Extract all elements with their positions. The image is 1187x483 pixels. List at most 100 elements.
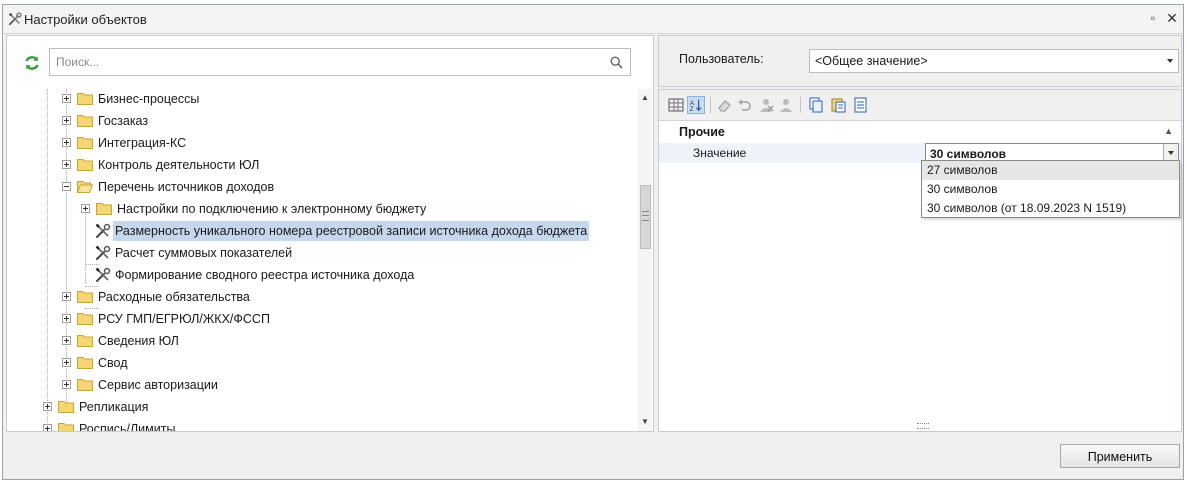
collapse-up-icon[interactable]: ▲ bbox=[1164, 126, 1173, 136]
wrench-screwdriver-icon bbox=[95, 267, 111, 282]
user-panel: Пользователь: <Общее значение> bbox=[658, 35, 1182, 87]
tree-node[interactable]: Расчет суммовых показателей bbox=[7, 243, 627, 263]
dropdown-option[interactable]: 30 символов (от 18.09.2023 N 1519) bbox=[922, 199, 1179, 218]
tree-node-label: Репликация bbox=[79, 400, 149, 414]
eraser-icon[interactable] bbox=[715, 96, 733, 114]
folder-icon bbox=[77, 137, 93, 149]
report-icon[interactable] bbox=[851, 96, 869, 114]
folder-icon bbox=[77, 313, 93, 325]
folder-icon bbox=[77, 115, 93, 127]
search-input[interactable] bbox=[56, 55, 596, 69]
paste-icon[interactable] bbox=[829, 96, 847, 114]
expand-icon[interactable] bbox=[43, 402, 52, 411]
user-select-value: <Общее значение> bbox=[815, 54, 928, 68]
property-value: 30 символов bbox=[930, 147, 1007, 161]
window-title: Настройки объектов bbox=[24, 12, 147, 27]
tree-node[interactable]: Контроль деятельности ЮЛ bbox=[7, 155, 627, 175]
expand-icon[interactable] bbox=[62, 292, 71, 301]
tree-node-label: Настройки по подключению к электронному … bbox=[117, 202, 427, 216]
chevron-down-icon bbox=[1167, 59, 1173, 63]
folder-icon bbox=[77, 335, 93, 347]
dropdown-option[interactable]: 30 символов bbox=[922, 180, 1179, 199]
tree-node[interactable]: Интеграция-КС bbox=[7, 133, 627, 153]
tree-node-label: Расчет суммовых показателей bbox=[115, 246, 293, 260]
tree-node[interactable]: Сведения ЮЛ bbox=[7, 331, 627, 351]
resize-grip[interactable] bbox=[917, 423, 929, 429]
apply-button[interactable]: Применить bbox=[1060, 444, 1180, 468]
tree-node-label: Контроль деятельности ЮЛ bbox=[98, 158, 260, 172]
tree-node-label: Интеграция-КС bbox=[98, 136, 187, 150]
tree-node-label: Сервис авторизации bbox=[98, 378, 218, 392]
alphabetical-sort-icon[interactable]: A Z bbox=[687, 96, 705, 114]
category-label: Прочие bbox=[679, 125, 725, 139]
expand-icon[interactable] bbox=[81, 204, 90, 213]
tree-node-label: Роспись/Лимиты bbox=[79, 422, 176, 431]
object-tree: Бизнес-процессы Госзаказ Интеграция-КС К… bbox=[7, 89, 635, 431]
undo-icon[interactable] bbox=[735, 96, 753, 114]
property-name: Значение bbox=[693, 146, 747, 160]
category-row[interactable]: Прочие ▲ bbox=[659, 122, 1181, 142]
wrench-screwdriver-icon bbox=[8, 12, 22, 26]
tree-node[interactable]: Свод bbox=[7, 353, 627, 373]
user-icon[interactable] bbox=[777, 96, 795, 114]
user-label: Пользователь: bbox=[679, 52, 764, 66]
tree-node[interactable]: Настройки по подключению к электронному … bbox=[7, 199, 627, 219]
copy-icon[interactable] bbox=[807, 96, 825, 114]
close-button[interactable]: ✕ bbox=[1165, 11, 1179, 25]
tree-node[interactable]: Расходные обязательства bbox=[7, 287, 627, 307]
wrench-screwdriver-icon bbox=[95, 245, 111, 260]
expand-icon[interactable] bbox=[43, 424, 52, 431]
tree-node-label: Формирование сводного реестра источника … bbox=[115, 268, 415, 282]
open-folder-icon bbox=[77, 181, 93, 193]
folder-icon bbox=[77, 93, 93, 105]
categorized-view-icon[interactable] bbox=[667, 96, 685, 114]
expand-icon[interactable] bbox=[62, 336, 71, 345]
tree-node[interactable]: Роспись/Лимиты bbox=[7, 419, 627, 431]
search-icon[interactable] bbox=[610, 56, 623, 69]
collapse-icon[interactable] bbox=[62, 182, 71, 191]
settings-window: Настройки объектов ▫ ✕ Поиск... Бизнес-п… bbox=[2, 4, 1184, 480]
tree-node[interactable]: Перечень источников доходов bbox=[7, 177, 627, 197]
tree-node-label: Бизнес-процессы bbox=[98, 92, 200, 106]
expand-icon[interactable] bbox=[62, 94, 71, 103]
expand-icon[interactable] bbox=[62, 138, 71, 147]
tree-node[interactable]: Формирование сводного реестра источника … bbox=[7, 265, 627, 285]
property-toolbar: A Z bbox=[659, 90, 1181, 121]
expand-icon[interactable] bbox=[62, 380, 71, 389]
refresh-icon[interactable] bbox=[23, 54, 41, 72]
scroll-thumb[interactable] bbox=[640, 185, 651, 249]
tree-node-label: Размерность уникального номера реестрово… bbox=[113, 221, 590, 241]
tree-node-label: Перечень источников доходов bbox=[98, 180, 275, 194]
tree-node[interactable]: Госзаказ bbox=[7, 111, 627, 131]
object-tree-pane: Бизнес-процессы Госзаказ Интеграция-КС К… bbox=[6, 35, 654, 432]
dropdown-option[interactable]: 27 символов bbox=[922, 161, 1179, 180]
tree-scrollbar[interactable]: ▲ ▼ bbox=[638, 89, 652, 431]
folder-icon bbox=[77, 291, 93, 303]
tree-node[interactable]: Бизнес-процессы bbox=[7, 89, 627, 109]
tree-node-label: Свод bbox=[98, 356, 128, 370]
user-select[interactable]: <Общее значение> bbox=[809, 49, 1179, 73]
scroll-down-icon[interactable]: ▼ bbox=[638, 415, 652, 429]
tree-node[interactable]: Репликация bbox=[7, 397, 627, 417]
tree-node[interactable]: РСУ ГМП/ЕГРЮЛ/ЖКХ/ФССП bbox=[7, 309, 627, 329]
folder-icon bbox=[58, 401, 74, 413]
tree-node-label: Сведения ЮЛ bbox=[98, 334, 179, 348]
expand-icon[interactable] bbox=[62, 116, 71, 125]
chevron-down-icon bbox=[1168, 151, 1174, 155]
tree-node-label: РСУ ГМП/ЕГРЮЛ/ЖКХ/ФССП bbox=[98, 312, 270, 326]
tree-node-label: Госзаказ bbox=[98, 114, 149, 128]
tree-node-selected[interactable]: Размерность уникального номера реестрово… bbox=[7, 221, 627, 241]
scroll-up-icon[interactable]: ▲ bbox=[638, 91, 652, 105]
title-bar: Настройки объектов ▫ ✕ bbox=[3, 5, 1183, 34]
search-row bbox=[7, 36, 653, 88]
tree-node[interactable]: Сервис авторизации bbox=[7, 375, 627, 395]
expand-icon[interactable] bbox=[62, 160, 71, 169]
delete-user-icon[interactable] bbox=[757, 96, 775, 114]
restore-button[interactable]: ▫ bbox=[1146, 11, 1160, 25]
folder-icon bbox=[77, 159, 93, 171]
expand-icon[interactable] bbox=[62, 314, 71, 323]
svg-text:Z: Z bbox=[690, 106, 694, 113]
folder-icon bbox=[77, 357, 93, 369]
wrench-screwdriver-icon bbox=[95, 223, 111, 238]
expand-icon[interactable] bbox=[62, 358, 71, 367]
